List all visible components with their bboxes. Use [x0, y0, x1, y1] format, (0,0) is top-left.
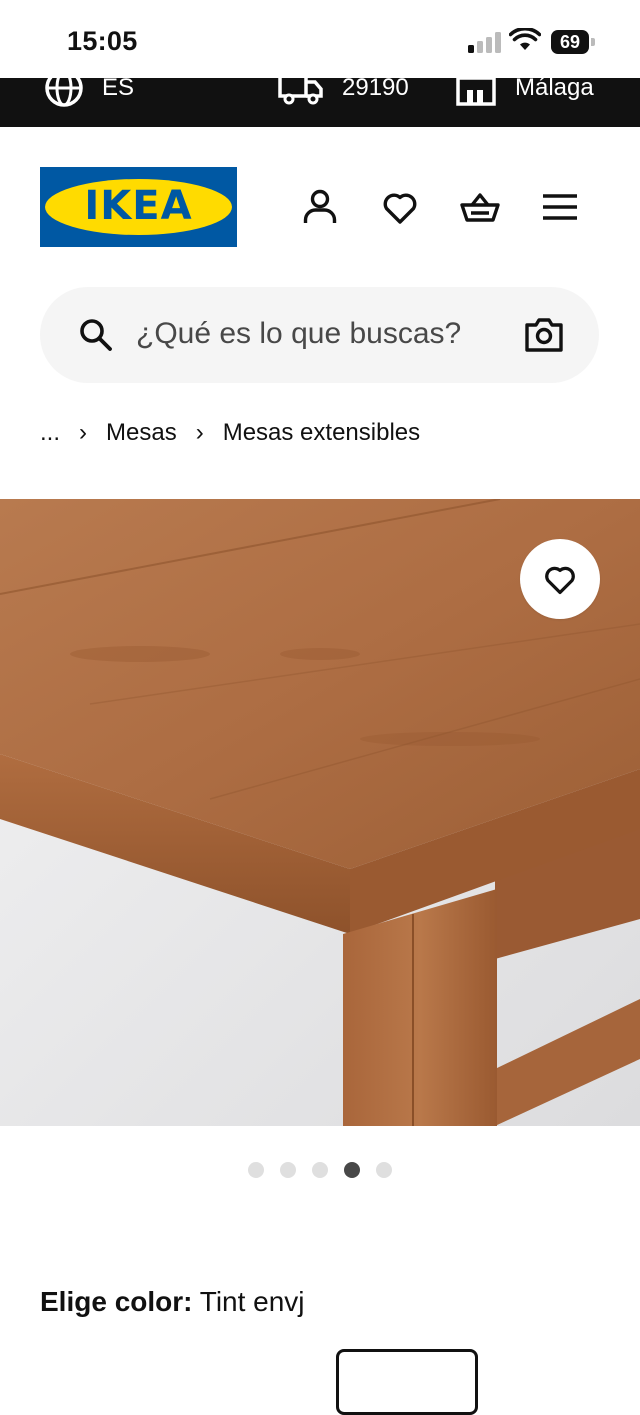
color-swatch-selected[interactable]	[336, 1349, 478, 1415]
postcode-label: 29190	[342, 78, 409, 101]
breadcrumb-ellipsis[interactable]: ...	[40, 419, 60, 447]
menu-icon[interactable]	[540, 187, 580, 227]
store-icon	[456, 78, 496, 106]
account-icon[interactable]	[300, 187, 340, 227]
ikea-logo[interactable]: IKEA	[40, 167, 237, 247]
battery-icon: 69	[551, 30, 595, 54]
carousel-dot[interactable]	[280, 1162, 296, 1178]
color-value: Tint envj	[199, 1286, 305, 1317]
cellular-signal-icon	[468, 31, 502, 53]
battery-level: 69	[551, 30, 589, 54]
breadcrumb-item-mesas-extensibles[interactable]: Mesas extensibles	[223, 419, 420, 447]
status-bar: 15:05 69	[0, 0, 640, 78]
add-to-favorites-button[interactable]	[520, 539, 600, 619]
heart-icon[interactable]	[380, 187, 420, 227]
chevron-right-icon: ›	[195, 419, 204, 446]
breadcrumb-item-mesas[interactable]: Mesas	[106, 419, 177, 447]
globe-icon	[45, 78, 83, 107]
language-label: ES	[102, 78, 135, 101]
search-input[interactable]: ¿Qué es lo que buscas?	[136, 317, 461, 351]
site-header: IKEA	[0, 127, 640, 277]
color-label-title: Elige color:	[40, 1286, 193, 1317]
store-label: Málaga	[515, 78, 594, 101]
chevron-right-icon: ›	[79, 419, 88, 446]
breadcrumb: ... › Mesas › Mesas extensibles	[40, 417, 420, 449]
carousel-dot[interactable]	[248, 1162, 264, 1178]
language-selector[interactable]: ES	[44, 78, 134, 108]
status-time: 15:05	[67, 26, 138, 56]
heart-icon	[545, 566, 575, 595]
carousel-dot-active[interactable]	[344, 1162, 360, 1178]
color-selection-label: Elige color: Tint envj	[40, 1286, 305, 1318]
carousel-indicator	[248, 1162, 408, 1178]
wifi-icon	[509, 28, 541, 50]
top-info-band: ES 29190 Málaga	[0, 78, 640, 127]
carousel-dot[interactable]	[376, 1162, 392, 1178]
delivery-postcode[interactable]: 29190	[278, 78, 409, 108]
truck-icon	[278, 78, 323, 105]
carousel-dot[interactable]	[312, 1162, 328, 1178]
search-icon	[80, 319, 112, 351]
store-selector[interactable]: Málaga	[455, 78, 594, 108]
search-bar[interactable]: ¿Qué es lo que buscas?	[40, 287, 599, 383]
camera-icon[interactable]	[524, 317, 564, 353]
cart-icon[interactable]	[460, 187, 500, 227]
